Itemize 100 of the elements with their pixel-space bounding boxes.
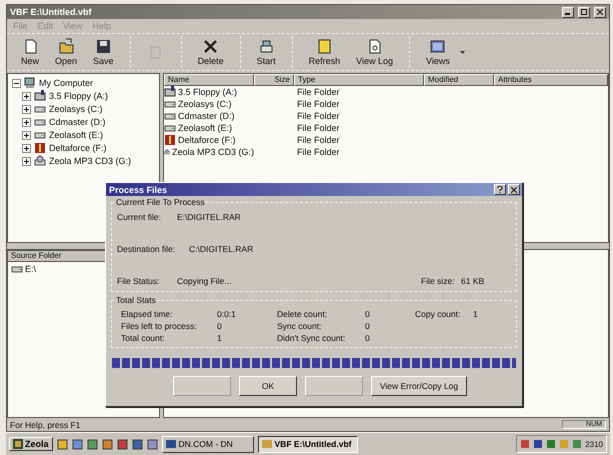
toolbar-button[interactable]: View Log: [350, 34, 399, 70]
toolbar-button[interactable]: Open: [49, 34, 84, 70]
close-icon: [511, 186, 517, 192]
stat-value: 1: [217, 333, 223, 343]
taskbar-menu-button[interactable]: Zeola: [9, 437, 53, 451]
group-title: Total Stats: [115, 295, 157, 305]
expand-icon[interactable]: [22, 118, 31, 126]
quick-launch-icon[interactable]: [146, 438, 158, 450]
tree-item[interactable]: 3.5 Floppy (A:): [49, 91, 108, 101]
expand-icon[interactable]: [22, 104, 31, 114]
dialog-button[interactable]: OK: [239, 376, 297, 396]
minimize-button[interactable]: [562, 6, 574, 18]
toolbar-button[interactable]: Views: [420, 34, 456, 70]
column-header[interactable]: Size: [254, 74, 294, 86]
stat-value: 0: [217, 321, 223, 331]
field-label: File Status:: [117, 276, 161, 286]
dialog-title: Process Files: [109, 184, 168, 194]
expand-icon[interactable]: [22, 130, 31, 140]
field-value: 61 KB: [461, 276, 486, 286]
stat-value: 0:0:1: [217, 309, 237, 319]
expand-icon[interactable]: [22, 144, 31, 152]
field-label: Current file:: [117, 212, 162, 222]
toolbar-button[interactable]: Delete: [192, 34, 230, 70]
tree-item[interactable]: Cdmaster (D:): [49, 117, 106, 127]
column-header[interactable]: Type: [294, 74, 424, 86]
window-title: VBF E:\Untitled.vbf: [10, 7, 92, 17]
tray-icon[interactable]: [533, 439, 544, 449]
collapse-icon[interactable]: [12, 78, 21, 88]
quick-launch-icon[interactable]: [132, 438, 143, 450]
quick-launch-icon[interactable]: [116, 438, 128, 450]
file-name[interactable]: Zeolasys (C:): [178, 99, 232, 109]
file-name[interactable]: Deltaforce (F:): [178, 135, 236, 145]
toolbar-icon: [58, 38, 75, 55]
tree-item[interactable]: My Computer: [39, 78, 94, 88]
folder-path[interactable]: E:\: [25, 264, 36, 274]
group-title: Current File To Process: [115, 197, 206, 207]
toolbar-icon: [94, 38, 112, 55]
tray-icon[interactable]: [520, 439, 530, 449]
taskbar-task[interactable]: DN.COM - DN: [162, 436, 254, 452]
quick-launch-icon[interactable]: [72, 438, 83, 450]
status-text: For Help, press F1: [10, 420, 82, 430]
taskbar-task[interactable]: VBF E:\Untitled.vbf: [258, 436, 358, 452]
file-type: File Folder: [297, 123, 340, 133]
computer-icon: [24, 77, 36, 89]
close-button[interactable]: [594, 6, 606, 18]
help-button[interactable]: [494, 184, 506, 195]
quick-launch-icon[interactable]: [102, 438, 113, 450]
close-icon: [597, 9, 603, 15]
tray-icon[interactable]: [546, 439, 556, 449]
toolbar-button[interactable]: New: [15, 34, 46, 70]
stat-label: Copy count:: [415, 309, 462, 319]
app-icon: [262, 439, 272, 449]
file-type: File Folder: [297, 99, 340, 109]
file-name[interactable]: 3.5 Floppy (A:): [178, 87, 238, 97]
maximize-icon: [581, 9, 587, 15]
dropdown-arrow-icon[interactable]: [460, 50, 465, 54]
stat-label: Total count:: [121, 333, 166, 343]
toolbar-button[interactable]: Refresh: [302, 34, 346, 70]
clock: 2310: [585, 440, 603, 448]
dialog-button[interactable]: View Error/Copy Log: [371, 376, 467, 396]
stat-value: 0: [365, 333, 371, 343]
close-button[interactable]: [508, 184, 520, 195]
expand-icon[interactable]: [22, 156, 31, 166]
app-icon: [166, 439, 176, 449]
tree-item[interactable]: Zeolasys (C:): [49, 104, 103, 114]
file-name[interactable]: Zeola MP3 CD3 (G:): [172, 147, 254, 157]
maximize-button[interactable]: [578, 6, 590, 18]
file-type: File Folder: [297, 87, 340, 97]
toolbar-button[interactable]: Start: [250, 34, 282, 70]
expand-icon[interactable]: [22, 92, 31, 100]
column-header[interactable]: Attributes: [494, 74, 608, 86]
stat-label: Didn't Sync count:: [277, 333, 346, 343]
stat-value: 1: [473, 309, 479, 319]
file-type: File Folder: [297, 135, 340, 145]
views-icon: [429, 38, 446, 55]
column-header[interactable]: Name: [164, 74, 254, 86]
toolbar-icon: [316, 38, 333, 55]
stat-label: Delete count:: [277, 309, 328, 319]
field-value: E:\DIGITEL.RAR: [177, 212, 241, 222]
column-header[interactable]: Modified: [424, 74, 494, 86]
quick-launch-icon[interactable]: [86, 438, 98, 450]
quick-launch-icon[interactable]: [56, 438, 68, 450]
tree-item[interactable]: Zeolasoft (E:): [49, 130, 104, 140]
file-type: File Folder: [297, 147, 340, 157]
field-value: C:\DIGITEL.RAR: [189, 244, 254, 254]
field-value: Copying File...: [177, 276, 232, 286]
file-type: File Folder: [297, 111, 340, 121]
stat-label: Files left to process:: [121, 321, 198, 331]
file-name[interactable]: Cdmaster (D:): [178, 111, 235, 121]
toolbar-button[interactable]: Save: [87, 34, 120, 70]
toolbar-icon: [258, 38, 275, 55]
stat-label: Sync count:: [277, 321, 322, 331]
help-icon: [497, 186, 503, 193]
stat-value: 0: [365, 309, 371, 319]
delete-icon: [202, 38, 220, 55]
logo-icon: [13, 439, 23, 449]
stat-label: Elapsed time:: [121, 309, 174, 319]
tree-item[interactable]: Zeola MP3 CD3 (G:): [49, 156, 132, 166]
tree-item[interactable]: Deltaforce (F:): [49, 143, 107, 153]
file-name[interactable]: Zeolasoft (E:): [178, 123, 232, 133]
